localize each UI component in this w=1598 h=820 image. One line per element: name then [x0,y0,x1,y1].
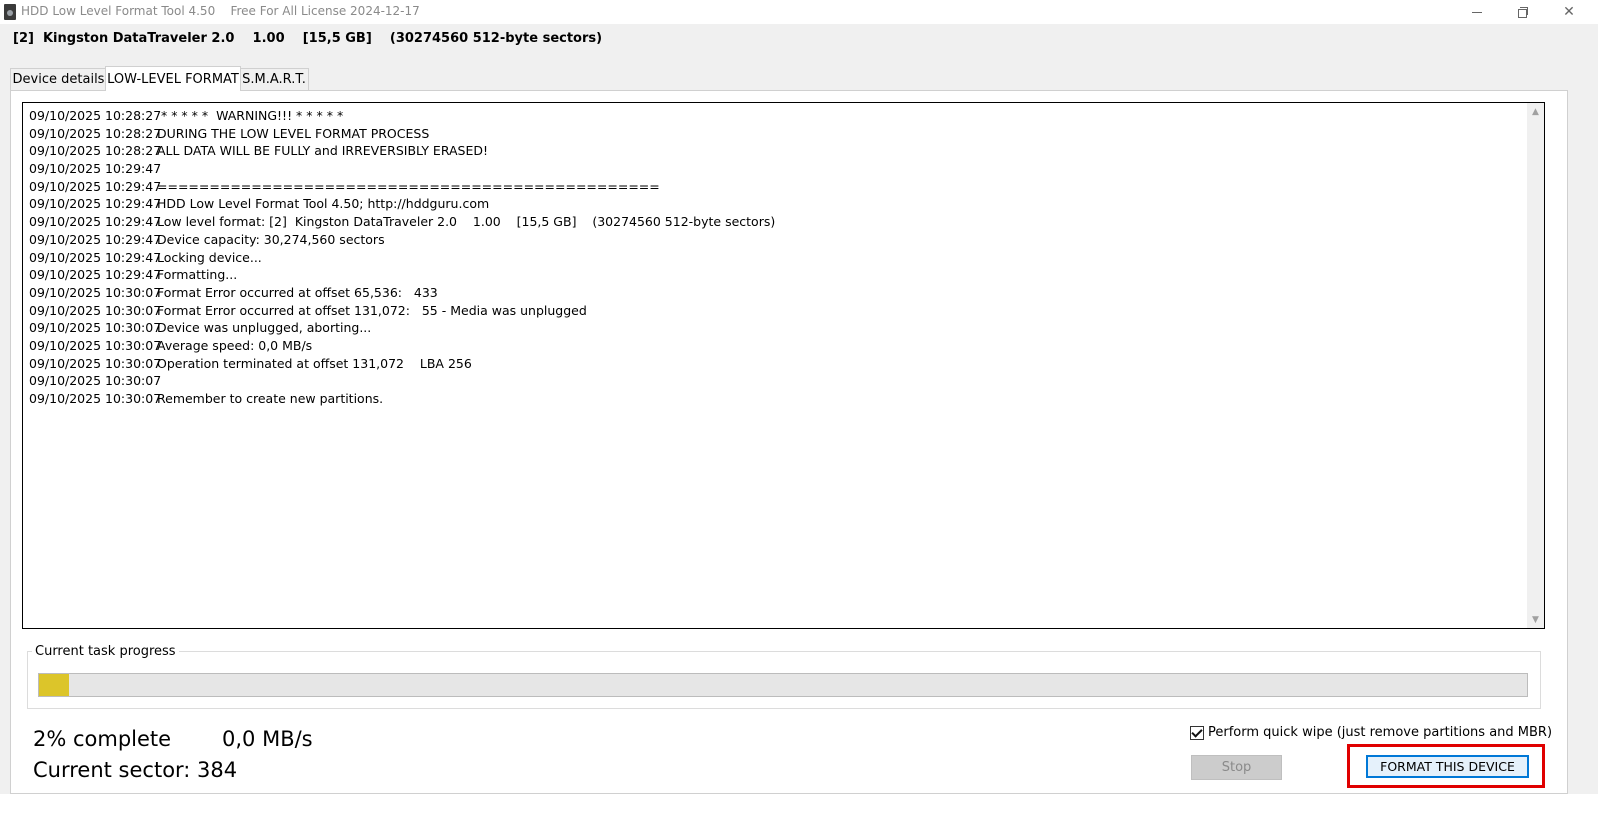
log-message: DURING THE LOW LEVEL FORMAT PROCESS [157,125,430,141]
device-header: [2] Kingston DataTraveler 2.0 1.00 [15,5… [13,31,603,46]
format-device-button[interactable]: FORMAT THIS DEVICE [1366,755,1529,778]
log-line: 09/10/2025 10:28:27 * * * * * WARNING!!!… [29,107,775,125]
log-message: Locking device... [157,249,262,265]
minimize-icon [1472,11,1482,13]
scroll-up-icon[interactable]: ▲ [1527,103,1544,120]
log-timestamp: 09/10/2025 10:28:27 [29,125,162,141]
log-line: 09/10/2025 10:29:47Low level format: [2]… [29,213,775,231]
log-line: 09/10/2025 10:30:07Remember to create ne… [29,390,775,408]
log-line: 09/10/2025 10:30:07Device was unplugged,… [29,319,775,337]
log-timestamp: 09/10/2025 10:28:27 [29,143,162,159]
log-message: Average speed: 0,0 MB/s [157,337,313,353]
stop-button[interactable]: Stop [1191,755,1282,780]
log-message: Device capacity: 30,274,560 sectors [157,231,385,247]
progress-bar-fill [39,674,69,696]
log-timestamp: 09/10/2025 10:30:07 [29,302,162,318]
title-bar: HDD Low Level Format Tool 4.50 Free For … [0,0,1598,24]
log-timestamp: 09/10/2025 10:29:47 [29,161,162,177]
log-line: 09/10/2025 10:30:07Format Error occurred… [29,284,775,302]
log-timestamp: 09/10/2025 10:30:07 [29,284,162,300]
log-timestamp: 09/10/2025 10:29:47 [29,267,162,283]
log-message: Low level format: [2] Kingston DataTrave… [157,214,776,230]
log-lines: 09/10/2025 10:28:27 * * * * * WARNING!!!… [29,107,775,408]
log-message: Remember to create new partitions. [157,391,384,406]
log-scrollbar[interactable]: ▲ ▼ [1527,103,1544,628]
log-timestamp: 09/10/2025 10:29:47 [29,178,162,194]
tab-smart[interactable]: S.M.A.R.T. [239,68,309,90]
log-timestamp: 09/10/2025 10:30:07 [29,391,162,406]
bottom-strip [0,794,1598,820]
log-line: 09/10/2025 10:28:27DURING THE LOW LEVEL … [29,125,775,143]
log-line: 09/10/2025 10:30:07 [29,372,775,390]
minimize-button[interactable] [1454,0,1500,24]
log-timestamp: 09/10/2025 10:29:47 [29,249,162,265]
log-timestamp: 09/10/2025 10:29:47 [29,231,162,247]
scroll-down-icon[interactable]: ▼ [1527,611,1544,628]
log-line: 09/10/2025 10:29:47Device capacity: 30,2… [29,231,775,249]
log-line: 09/10/2025 10:29:47Locking device... [29,249,775,267]
current-sector: Current sector: 384 [33,758,238,782]
log-line: 09/10/2025 10:30:07Operation terminated … [29,355,775,373]
quick-wipe-option[interactable]: Perform quick wipe (just remove partitio… [1190,725,1552,740]
log-timestamp: 09/10/2025 10:29:47 [29,196,162,212]
log-timestamp: 09/10/2025 10:30:07 [29,355,162,371]
log-line: 09/10/2025 10:30:07Average speed: 0,0 MB… [29,337,775,355]
percent-complete: 2% complete [33,727,172,751]
log-timestamp: 09/10/2025 10:30:07 [29,373,162,389]
log-line: 09/10/2025 10:30:07Format Error occurred… [29,302,775,320]
log-message: * * * * * WARNING!!! * * * * * [157,108,344,123]
log-message: HDD Low Level Format Tool 4.50; http://h… [157,196,490,212]
quick-wipe-checkbox[interactable] [1190,725,1204,740]
log-message: Operation terminated at offset 131,072 L… [157,355,472,371]
log-timestamp: 09/10/2025 10:30:07 [29,320,162,336]
progress-group-label: Current task progress [32,644,179,659]
quick-wipe-label: Perform quick wipe (just remove partitio… [1208,725,1553,740]
hard-drive-icon [4,4,16,20]
app-window: HDD Low Level Format Tool 4.50 Free For … [0,0,1598,820]
log-message: Format Error occurred at offset 65,536: … [157,284,438,300]
log-timestamp: 09/10/2025 10:30:07 [29,337,162,353]
speed-readout: 0,0 MB/s [222,727,313,751]
close-button[interactable]: ✕ [1546,0,1592,24]
log-message: Format Error occurred at offset 131,072:… [157,302,587,318]
log-timestamp: 09/10/2025 10:28:27 [29,108,162,123]
log-line: 09/10/2025 10:28:27ALL DATA WILL BE FULL… [29,142,775,160]
tab-device-details[interactable]: Device details [10,68,107,90]
close-icon: ✕ [1563,4,1575,20]
log-message: Formatting... [157,267,238,283]
log-message: Device was unplugged, aborting... [157,320,372,336]
log-timestamp: 09/10/2025 10:29:47 [29,214,162,230]
window-title: HDD Low Level Format Tool 4.50 Free For … [21,4,420,18]
log-message: ========================================… [157,178,660,194]
restore-button[interactable] [1500,0,1546,24]
log-message: ALL DATA WILL BE FULLY and IRREVERSIBLY … [157,143,489,159]
log-line: 09/10/2025 10:29:47Formatting... [29,266,775,284]
tab-low-level-format[interactable]: LOW-LEVEL FORMAT [105,66,241,91]
progress-bar [38,673,1528,697]
log-line: 09/10/2025 10:29:47 [29,160,775,178]
restore-icon [1518,7,1528,18]
log-output[interactable]: 09/10/2025 10:28:27 * * * * * WARNING!!!… [22,102,1545,629]
log-line: 09/10/2025 10:29:47HDD Low Level Format … [29,195,775,213]
log-line: 09/10/2025 10:29:47=====================… [29,178,775,196]
